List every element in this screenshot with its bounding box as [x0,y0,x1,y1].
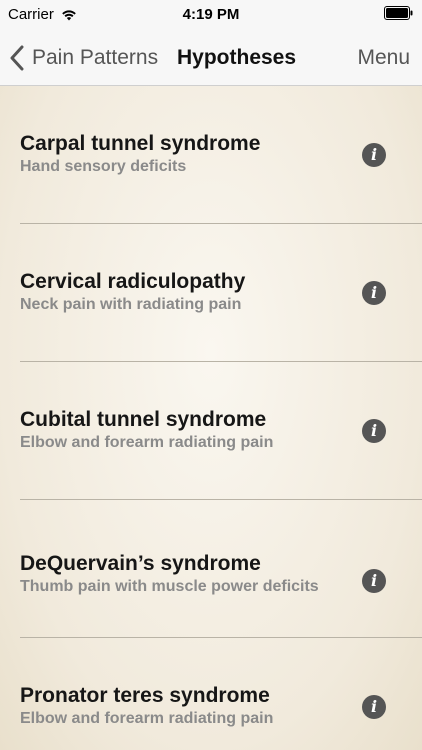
info-icon[interactable]: i [362,695,386,719]
menu-button[interactable]: Menu [357,30,410,85]
back-button-label: Pain Patterns [32,45,159,69]
battery-icon [384,6,413,20]
info-icon[interactable]: i [362,569,386,593]
list-item-text: Cubital tunnel syndrome Elbow and forear… [20,408,342,453]
status-time: 4:19 PM [182,6,240,23]
list-item-cervical-radiculopathy[interactable]: Cervical radiculopathy Neck pain with ra… [20,224,422,362]
list-item-carpal-tunnel-syndrome[interactable]: Carpal tunnel syndrome Hand sensory defi… [20,86,422,224]
list-item-subtitle: Thumb pain with muscle power deficits [20,578,319,595]
info-icon[interactable]: i [362,281,386,305]
list-item-title: Carpal tunnel syndrome [20,132,261,155]
info-icon[interactable]: i [362,419,386,443]
page-title: Hypotheses [177,45,297,69]
list-item-subtitle: Neck pain with radiating pain [20,296,242,313]
list-item-dequervains-syndrome[interactable]: DeQuervain’s syndrome Thumb pain with mu… [20,500,422,638]
list-item-text: DeQuervain’s syndrome Thumb pain with mu… [20,552,342,597]
back-button[interactable]: Pain Patterns [10,30,158,85]
list-item-text: Carpal tunnel syndrome Hand sensory defi… [20,132,342,177]
list-item-subtitle: Hand sensory deficits [20,158,187,175]
info-icon[interactable]: i [362,143,386,167]
list-item-title: DeQuervain’s syndrome [20,552,261,575]
list-item-text: Pronator teres syndrome Elbow and forear… [20,684,342,729]
status-bar: Carrier 4:19 PM [0,0,422,30]
chevron-left-icon [10,45,24,70]
list-item-subtitle: Elbow and forearm radiating pain [20,710,274,727]
list-item-cubital-tunnel-syndrome[interactable]: Cubital tunnel syndrome Elbow and forear… [20,362,422,500]
list-item-subtitle: Elbow and forearm radiating pain [20,434,274,451]
status-right [384,6,414,24]
navigation-bar: Pain Patterns Hypotheses Menu [0,30,422,86]
list-item-pronator-teres-syndrome[interactable]: Pronator teres syndrome Elbow and forear… [20,638,422,750]
list-item-title: Pronator teres syndrome [20,684,270,707]
hypotheses-list: Carpal tunnel syndrome Hand sensory defi… [0,86,422,750]
screen: Carrier 4:19 PM Pain Patterns Hypotheses… [0,0,422,750]
list-item-title: Cubital tunnel syndrome [20,408,267,431]
list-item-title: Cervical radiculopathy [20,270,246,293]
list-item-text: Cervical radiculopathy Neck pain with ra… [20,270,342,315]
